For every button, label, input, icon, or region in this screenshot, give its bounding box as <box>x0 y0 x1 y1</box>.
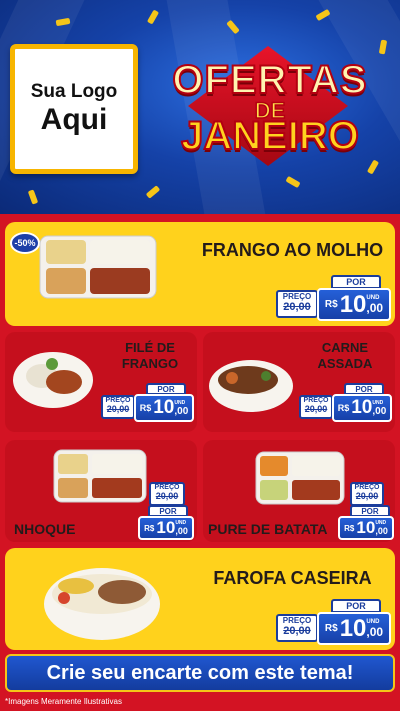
old-price: 20,00 <box>355 491 379 501</box>
logo-placeholder[interactable]: Sua Logo Aqui <box>10 44 138 174</box>
price-decimal: ,00 <box>174 405 189 417</box>
price-decimal: ,00 <box>372 405 387 417</box>
confetti <box>145 185 161 199</box>
product-name-line1: FILÉ DE <box>125 340 175 355</box>
old-price-label: PREÇO <box>282 616 312 625</box>
food-image-carne-assada <box>209 360 293 412</box>
old-price: 20,00 <box>283 301 311 313</box>
currency-symbol: R$ <box>337 403 350 413</box>
old-price-box: PREÇO 20,00 <box>276 290 318 318</box>
price-decimal: ,00 <box>366 624 384 639</box>
old-price-label: PREÇO <box>354 484 380 491</box>
price-decimal: ,00 <box>366 300 384 315</box>
price-box: R$ 10 UND ,00 <box>332 394 392 422</box>
price-box: R$ 10 UND ,00 <box>138 516 194 540</box>
old-price: 20,00 <box>304 404 328 414</box>
old-price: 20,00 <box>283 625 311 637</box>
now-label: POR <box>331 275 381 289</box>
old-price-label: PREÇO <box>154 484 180 491</box>
confetti <box>27 189 39 205</box>
old-price-label: PREÇO <box>105 397 131 404</box>
old-price-label: PREÇO <box>303 397 329 404</box>
confetti <box>315 8 331 22</box>
currency-symbol: R$ <box>139 403 152 413</box>
food-image-frango-ao-molho <box>39 235 157 299</box>
product-name: FAROFA CASEIRA <box>213 568 372 588</box>
product-name-line2: FRANGO <box>121 356 179 371</box>
food-image-file-de-frango <box>13 352 93 408</box>
product-name: FRANGO AO MOLHO <box>201 240 384 260</box>
price-box: R$ 10 UND ,00 <box>134 394 194 422</box>
product-name-line1: CARNE <box>321 340 369 355</box>
food-image-nhoque <box>53 449 147 503</box>
price-integer: 10 <box>339 614 367 642</box>
price-integer: 10 <box>351 397 373 418</box>
food-image-pure-de-batata <box>255 451 345 505</box>
header-banner: Sua Logo Aqui OFERTAS DE JANEIRO <box>0 0 400 214</box>
currency-symbol: R$ <box>324 623 338 634</box>
product-name-line2: ASSADA <box>317 356 373 371</box>
price-decimal: ,00 <box>375 526 388 536</box>
currency-symbol: R$ <box>144 523 155 533</box>
confetti <box>146 9 160 25</box>
product-name: CARNE ASSADA <box>305 340 385 372</box>
old-price: 20,00 <box>155 491 179 501</box>
old-price-label: PREÇO <box>282 292 312 301</box>
price-box: R$ 10 UND ,00 <box>317 612 391 645</box>
product-name: NHOQUE <box>14 521 76 537</box>
product-name: PURE DE BATATA <box>208 521 328 537</box>
price-integer: 10 <box>156 518 176 537</box>
create-flyer-button[interactable]: Crie seu encarte com este tema! <box>5 654 395 692</box>
product-name: FILÉ DE FRANGO <box>110 340 190 372</box>
old-price-box: PREÇO 20,00 <box>299 395 333 419</box>
currency-symbol: R$ <box>324 299 338 310</box>
old-price-box: PREÇO 20,00 <box>350 482 384 506</box>
now-label: POR <box>331 599 381 613</box>
old-price: 20,00 <box>106 404 130 414</box>
logo-text-line1: Sua Logo <box>30 81 118 102</box>
food-image-farofa-caseira <box>44 568 160 640</box>
discount-badge: -50% <box>10 232 40 254</box>
price-box: R$ 10 UND ,00 <box>317 288 391 321</box>
price-decimal: ,00 <box>175 526 188 536</box>
title-ofertas: OFERTAS <box>171 57 368 103</box>
price-integer: 10 <box>153 397 175 418</box>
offer-title: OFERTAS DE JANEIRO <box>150 38 390 178</box>
title-janeiro: JANEIRO <box>180 113 360 159</box>
old-price-box: PREÇO 20,00 <box>276 614 318 642</box>
currency-symbol: R$ <box>344 523 355 533</box>
old-price-box: PREÇO 20,00 <box>101 395 135 419</box>
old-price-box: PREÇO 20,00 <box>149 482 185 506</box>
logo-text-line2: Aqui <box>40 103 108 136</box>
price-box: R$ 10 UND ,00 <box>338 516 394 540</box>
price-integer: 10 <box>339 290 367 318</box>
price-integer: 10 <box>356 518 376 537</box>
disclaimer-text: *Imagens Meramente Ilustrativas <box>5 697 122 706</box>
